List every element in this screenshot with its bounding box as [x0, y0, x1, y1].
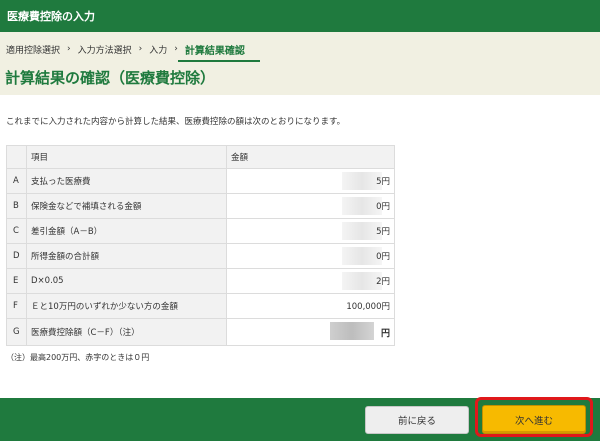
row-amount-value: 円	[380, 328, 390, 339]
table-row: C 差引金額（A－B） 5円	[6, 218, 395, 244]
header-item: 項目	[26, 145, 227, 169]
table-row: D 所得金額の合計額 0円	[6, 243, 395, 269]
row-key: F	[6, 293, 27, 319]
row-amount-value: 100,000円	[346, 302, 390, 312]
result-table: 項目 金額 A 支払った医療費 5円 B 保険金などで補填される金額 0円 C …	[6, 145, 395, 346]
header-amount: 金額	[226, 145, 395, 169]
table-row: F Ｅと10万円のいずれか少ない方の金額 100,000円	[6, 293, 395, 319]
table-row: G 医療費控除額（C－F）（注） 円	[6, 318, 395, 346]
row-amount: 円	[226, 318, 395, 346]
row-label: 所得金額の合計額	[26, 243, 227, 269]
row-amount-value: 5円	[376, 177, 390, 187]
row-label: Ｅと10万円のいずれか少ない方の金額	[26, 293, 227, 319]
next-button[interactable]: 次へ進む	[482, 405, 586, 434]
row-amount: 100,000円	[226, 293, 395, 319]
row-amount-value: 5円	[376, 227, 390, 237]
table-row: B 保険金などで補填される金額 0円	[6, 193, 395, 219]
row-amount-value: 0円	[376, 252, 390, 262]
breadcrumb-step-1: 適用控除選択	[6, 45, 61, 56]
row-amount: 5円	[226, 168, 395, 194]
row-amount-value: 0円	[376, 202, 390, 212]
footnote: （注）最高200万円、赤字のときは０円	[6, 353, 150, 362]
table-header-row: 項目 金額	[6, 145, 395, 169]
breadcrumb-step-2: 入力方法選択	[77, 45, 132, 56]
breadcrumb: 適用控除選択 › 入力方法選択 › 入力 › 計算結果確認	[6, 42, 245, 57]
breadcrumb-step-3: 入力	[149, 45, 168, 56]
current-step-underline	[178, 60, 260, 62]
row-key: G	[6, 318, 27, 346]
back-button[interactable]: 前に戻る	[365, 406, 469, 434]
row-key: C	[6, 218, 27, 244]
table-row: A 支払った医療費 5円	[6, 168, 395, 194]
row-key: E	[6, 268, 27, 294]
progress-panel: 適用控除選択 › 入力方法選択 › 入力 › 計算結果確認 計算結果の確認（医療…	[0, 32, 600, 95]
row-key: D	[6, 243, 27, 269]
row-key: B	[6, 193, 27, 219]
row-label: 保険金などで補填される金額	[26, 193, 227, 219]
page-title: 計算結果の確認（医療費控除）	[5, 69, 216, 87]
breadcrumb-current-step: 計算結果確認	[184, 45, 245, 57]
row-amount: 0円	[226, 193, 395, 219]
chevron-right-icon: ›	[138, 44, 143, 54]
row-amount: 5円	[226, 218, 395, 244]
row-amount: 2円	[226, 268, 395, 294]
row-label: 支払った医療費	[26, 168, 227, 194]
row-amount-value: 2円	[376, 277, 390, 287]
row-label: D×0.05	[26, 268, 227, 294]
redaction-mask	[330, 322, 374, 340]
intro-text: これまでに入力された内容から計算した結果、医療費控除の額は次のとおりになります。	[6, 117, 346, 127]
row-label: 医療費控除額（C－F）（注）	[26, 318, 227, 346]
header-key	[6, 145, 27, 169]
chevron-right-icon: ›	[67, 44, 71, 54]
row-label: 差引金額（A－B）	[26, 218, 227, 244]
row-key: A	[6, 168, 27, 194]
chevron-right-icon: ›	[174, 44, 178, 54]
top-bar: 医療費控除の入力	[0, 0, 600, 32]
table-row: E D×0.05 2円	[6, 268, 395, 294]
row-amount: 0円	[226, 243, 395, 269]
header-title: 医療費控除の入力	[7, 10, 95, 23]
